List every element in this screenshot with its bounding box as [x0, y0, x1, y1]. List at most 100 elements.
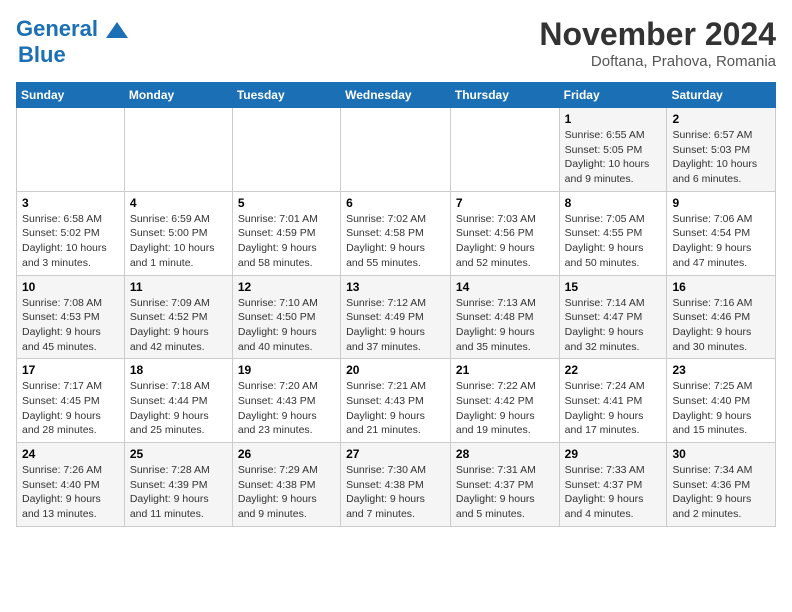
day-info: Sunrise: 7:10 AM Sunset: 4:50 PM Dayligh… — [238, 296, 335, 355]
day-number: 15 — [565, 280, 662, 294]
day-number: 19 — [238, 363, 335, 377]
calendar-cell: 1Sunrise: 6:55 AM Sunset: 5:05 PM Daylig… — [559, 108, 667, 192]
title-section: November 2024 Doftana, Prahova, Romania — [539, 16, 776, 70]
calendar-cell: 23 Sunrise: 7:25 AM Sunset: 4:40 PM Dayli… — [667, 359, 776, 443]
header-monday: Monday — [124, 83, 232, 108]
day-info: Sunrise: 7:21 AM Sunset: 4:43 PM Dayligh… — [346, 379, 445, 438]
calendar-cell: 27Sunrise: 7:30 AM Sunset: 4:38 PM Dayli… — [341, 443, 451, 527]
day-number: 27 — [346, 447, 445, 461]
day-number: 28 — [456, 447, 554, 461]
month-title: November 2024 — [539, 16, 776, 53]
day-number: 9 — [672, 196, 770, 210]
calendar-cell: 26 Sunrise: 7:29 AM Sunset: 4:38 PM Dayli… — [232, 443, 340, 527]
day-info: Sunrise: 6:55 AM Sunset: 5:05 PM Dayligh… — [565, 128, 662, 187]
calendar-cell: 29Sunrise: 7:33 AM Sunset: 4:37 PM Dayli… — [559, 443, 667, 527]
calendar-week-4: 17 Sunrise: 7:17 AM Sunset: 4:45 PM Dayli… — [17, 359, 776, 443]
day-number: 16 — [672, 280, 770, 294]
calendar-cell: 8 Sunrise: 7:05 AM Sunset: 4:55 PM Daylig… — [559, 191, 667, 275]
day-number: 23 — [672, 363, 770, 377]
day-info: Sunrise: 7:24 AM Sunset: 4:41 PM Dayligh… — [565, 379, 662, 438]
calendar-cell: 25 Sunrise: 7:28 AM Sunset: 4:39 PM Dayli… — [124, 443, 232, 527]
logo-icon — [106, 22, 128, 38]
day-number: 13 — [346, 280, 445, 294]
day-number: 3 — [22, 196, 119, 210]
day-info: Sunrise: 7:17 AM Sunset: 4:45 PM Dayligh… — [22, 379, 119, 438]
day-number: 8 — [565, 196, 662, 210]
day-number: 5 — [238, 196, 335, 210]
day-info: Sunrise: 7:31 AM Sunset: 4:37 PM Dayligh… — [456, 463, 554, 522]
day-number: 18 — [130, 363, 227, 377]
calendar-cell — [450, 108, 559, 192]
calendar-cell: 24 Sunrise: 7:26 AM Sunset: 4:40 PM Dayli… — [17, 443, 125, 527]
day-info: Sunrise: 6:57 AM Sunset: 5:03 PM Dayligh… — [672, 128, 770, 187]
day-info: Sunrise: 7:26 AM Sunset: 4:40 PM Dayligh… — [22, 463, 119, 522]
day-number: 11 — [130, 280, 227, 294]
day-info: Sunrise: 7:14 AM Sunset: 4:47 PM Dayligh… — [565, 296, 662, 355]
calendar-week-3: 10 Sunrise: 7:08 AM Sunset: 4:53 PM Dayli… — [17, 275, 776, 359]
day-number: 24 — [22, 447, 119, 461]
calendar-cell: 20 Sunrise: 7:21 AM Sunset: 4:43 PM Dayli… — [341, 359, 451, 443]
day-info: Sunrise: 7:01 AM Sunset: 4:59 PM Dayligh… — [238, 212, 335, 271]
day-info: Sunrise: 7:25 AM Sunset: 4:40 PM Dayligh… — [672, 379, 770, 438]
calendar-cell: 5 Sunrise: 7:01 AM Sunset: 4:59 PM Daylig… — [232, 191, 340, 275]
day-info: Sunrise: 7:22 AM Sunset: 4:42 PM Dayligh… — [456, 379, 554, 438]
calendar-cell: 30 Sunrise: 7:34 AM Sunset: 4:36 PM Dayli… — [667, 443, 776, 527]
day-number: 14 — [456, 280, 554, 294]
calendar-cell: 12Sunrise: 7:10 AM Sunset: 4:50 PM Dayli… — [232, 275, 340, 359]
calendar-cell: 28 Sunrise: 7:31 AM Sunset: 4:37 PM Dayli… — [450, 443, 559, 527]
logo-text: General — [16, 16, 128, 42]
day-info: Sunrise: 6:58 AM Sunset: 5:02 PM Dayligh… — [22, 212, 119, 271]
calendar-cell — [124, 108, 232, 192]
calendar-cell — [17, 108, 125, 192]
header-thursday: Thursday — [450, 83, 559, 108]
calendar-cell: 17 Sunrise: 7:17 AM Sunset: 4:45 PM Dayli… — [17, 359, 125, 443]
day-info: Sunrise: 7:34 AM Sunset: 4:36 PM Dayligh… — [672, 463, 770, 522]
day-info: Sunrise: 7:09 AM Sunset: 4:52 PM Dayligh… — [130, 296, 227, 355]
day-info: Sunrise: 7:20 AM Sunset: 4:43 PM Dayligh… — [238, 379, 335, 438]
day-info: Sunrise: 7:29 AM Sunset: 4:38 PM Dayligh… — [238, 463, 335, 522]
day-info: Sunrise: 7:13 AM Sunset: 4:48 PM Dayligh… — [456, 296, 554, 355]
calendar-cell: 13Sunrise: 7:12 AM Sunset: 4:49 PM Dayli… — [341, 275, 451, 359]
header-tuesday: Tuesday — [232, 83, 340, 108]
logo-blue-text: Blue — [18, 42, 66, 68]
day-info: Sunrise: 7:33 AM Sunset: 4:37 PM Dayligh… — [565, 463, 662, 522]
day-number: 10 — [22, 280, 119, 294]
calendar-cell: 16 Sunrise: 7:16 AM Sunset: 4:46 PM Dayli… — [667, 275, 776, 359]
day-number: 21 — [456, 363, 554, 377]
calendar-cell: 7 Sunrise: 7:03 AM Sunset: 4:56 PM Daylig… — [450, 191, 559, 275]
calendar-cell: 21 Sunrise: 7:22 AM Sunset: 4:42 PM Dayli… — [450, 359, 559, 443]
header-wednesday: Wednesday — [341, 83, 451, 108]
calendar-cell: 4Sunrise: 6:59 AM Sunset: 5:00 PM Daylig… — [124, 191, 232, 275]
calendar-cell: 3 Sunrise: 6:58 AM Sunset: 5:02 PM Daylig… — [17, 191, 125, 275]
calendar-cell: 6Sunrise: 7:02 AM Sunset: 4:58 PM Daylig… — [341, 191, 451, 275]
day-number: 20 — [346, 363, 445, 377]
calendar-cell: 19 Sunrise: 7:20 AM Sunset: 4:43 PM Dayli… — [232, 359, 340, 443]
day-info: Sunrise: 7:03 AM Sunset: 4:56 PM Dayligh… — [456, 212, 554, 271]
calendar-cell: 11 Sunrise: 7:09 AM Sunset: 4:52 PM Dayli… — [124, 275, 232, 359]
day-info: Sunrise: 7:28 AM Sunset: 4:39 PM Dayligh… — [130, 463, 227, 522]
header-saturday: Saturday — [667, 83, 776, 108]
location: Doftana, Prahova, Romania — [539, 53, 776, 70]
logo: General Blue — [16, 16, 128, 68]
day-number: 7 — [456, 196, 554, 210]
day-info: Sunrise: 7:16 AM Sunset: 4:46 PM Dayligh… — [672, 296, 770, 355]
day-info: Sunrise: 7:06 AM Sunset: 4:54 PM Dayligh… — [672, 212, 770, 271]
day-info: Sunrise: 7:18 AM Sunset: 4:44 PM Dayligh… — [130, 379, 227, 438]
calendar-header-row: SundayMondayTuesdayWednesdayThursdayFrid… — [17, 83, 776, 108]
page-header: General Blue November 2024 Doftana, Prah… — [16, 16, 776, 70]
calendar-cell: 18 Sunrise: 7:18 AM Sunset: 4:44 PM Dayli… — [124, 359, 232, 443]
day-info: Sunrise: 7:05 AM Sunset: 4:55 PM Dayligh… — [565, 212, 662, 271]
calendar-cell: 22 Sunrise: 7:24 AM Sunset: 4:41 PM Dayli… — [559, 359, 667, 443]
day-number: 25 — [130, 447, 227, 461]
day-number: 4 — [130, 196, 227, 210]
calendar-cell: 14 Sunrise: 7:13 AM Sunset: 4:48 PM Dayli… — [450, 275, 559, 359]
day-number: 26 — [238, 447, 335, 461]
calendar-table: SundayMondayTuesdayWednesdayThursdayFrid… — [16, 82, 776, 527]
calendar-cell — [341, 108, 451, 192]
day-info: Sunrise: 7:08 AM Sunset: 4:53 PM Dayligh… — [22, 296, 119, 355]
day-number: 22 — [565, 363, 662, 377]
calendar-cell: 2Sunrise: 6:57 AM Sunset: 5:03 PM Daylig… — [667, 108, 776, 192]
day-number: 30 — [672, 447, 770, 461]
day-number: 17 — [22, 363, 119, 377]
header-friday: Friday — [559, 83, 667, 108]
